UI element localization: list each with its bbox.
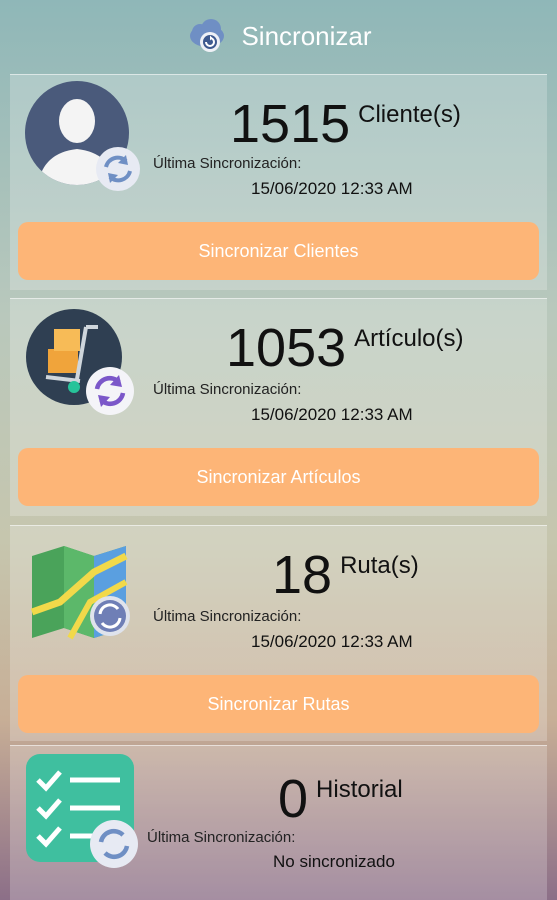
articulos-count: 1053: [226, 318, 347, 378]
last-sync-label: Última Sincronización:: [147, 829, 296, 846]
last-sync-label: Última Sincronización:: [153, 608, 302, 625]
rutas-count-row: 18 Ruta(s): [272, 548, 419, 602]
historial-card: 0 Historial Última Sincronización: No si…: [10, 745, 547, 900]
last-sync-label: Última Sincronización:: [153, 381, 302, 398]
articulos-count-row: 1053 Artículo(s): [226, 321, 464, 375]
articulos-card: 1053 Artículo(s) Última Sincronización: …: [10, 298, 547, 516]
hand-truck-boxes-icon: [24, 307, 144, 427]
rutas-card: 18 Ruta(s) Última Sincronización: 15/06/…: [10, 525, 547, 741]
clientes-count-row: 1515 Cliente(s): [230, 97, 461, 151]
clientes-unit: Cliente(s): [358, 101, 461, 128]
sync-clientes-button[interactable]: Sincronizar Clientes: [18, 222, 539, 280]
last-sync-label: Última Sincronización:: [153, 155, 302, 172]
last-sync-value: 15/06/2020 12:33 AM: [251, 179, 413, 198]
checklist-icon: [24, 752, 154, 872]
rutas-count: 18: [272, 545, 333, 605]
last-sync-value: No sincronizado: [273, 852, 395, 871]
sync-rutas-button[interactable]: Sincronizar Rutas: [18, 675, 539, 733]
clientes-card: 1515 Cliente(s) Última Sincronización: 1…: [10, 74, 547, 290]
sync-articulos-button[interactable]: Sincronizar Artículos: [18, 448, 539, 506]
last-sync-value: 15/06/2020 12:33 AM: [251, 632, 413, 651]
articulos-unit: Artículo(s): [354, 325, 464, 352]
historial-unit: Historial: [316, 776, 403, 803]
user-avatar-icon: [22, 81, 142, 201]
cloud-sync-icon: [185, 16, 229, 56]
rutas-unit: Ruta(s): [340, 552, 419, 579]
clientes-count: 1515: [230, 94, 351, 154]
historial-count: 0: [278, 769, 309, 829]
page-title: Sincronizar: [241, 20, 372, 51]
last-sync-value: 15/06/2020 12:33 AM: [251, 405, 413, 424]
historial-count-row: 0 Historial: [278, 772, 403, 826]
app-header: Sincronizar: [0, 0, 557, 72]
map-icon: [30, 542, 140, 642]
